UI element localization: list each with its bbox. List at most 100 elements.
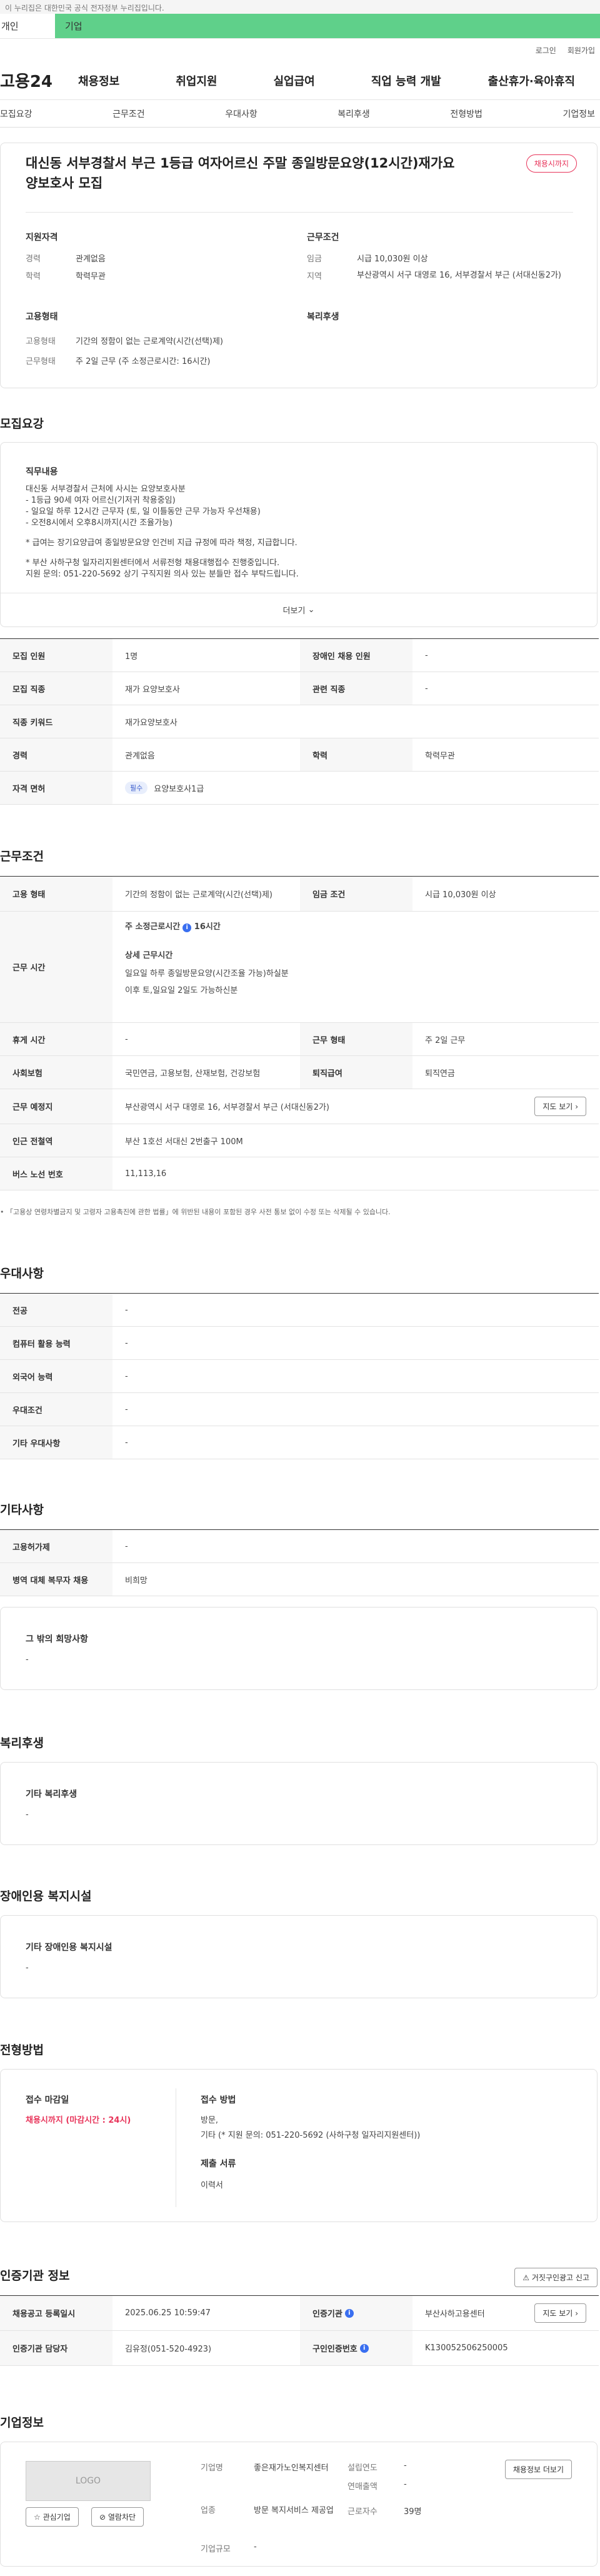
company-name-label: 기업명 (201, 2463, 223, 2473)
edu-label: 학력 (26, 272, 41, 281)
cert-table: 채용공고 등록일시 2025.06.25 10:59:47 인증기관 i 부산사하고용센… (0, 2295, 599, 2366)
nav-employment-support[interactable]: 취업지원 (176, 73, 217, 89)
company-box: LOGO ☆ 관심기업 ⊘ 열람차단 기업명 좋은재가노인복지센터 설립연도 -… (0, 2442, 598, 2567)
table-row: 휴게 시간 - 근무 형태 주 2일 근무 (0, 1023, 599, 1056)
method-value-1: 방문, (201, 2116, 219, 2125)
etc-table: 고용허가제 - 병역 대체 복무자 채용 비희망 (0, 1529, 599, 1596)
legal-note-text: 「고용상 연령차별금지 및 고령자 고용촉진에 관한 법률」에 위반된 내용이 … (6, 1208, 391, 1216)
row-value: - (425, 650, 428, 660)
industry-value: 방문 복지서비스 제공업 (254, 2506, 334, 2515)
table-row: 병역 대체 복무자 채용 비희망 (0, 1563, 599, 1596)
fav-company-button[interactable]: ☆ 관심기업 (26, 2507, 79, 2527)
row-header: 인증기관 i (300, 2296, 412, 2330)
nav-training[interactable]: 직업 능력 개발 (371, 73, 441, 89)
nav-jobs[interactable]: 채용정보 (78, 73, 119, 89)
info-icon[interactable]: i (182, 923, 192, 932)
more-button[interactable]: 더보기 ⌄ (1, 593, 597, 626)
block-company-button[interactable]: ⊘ 열람차단 (91, 2507, 144, 2527)
login-link[interactable]: 로그인 (536, 45, 556, 56)
tab-company[interactable]: 기업정보 (562, 108, 595, 120)
row-value: - (125, 1305, 128, 1315)
method-value-2: 기타 (* 지원 문의: 051-220-5692 (사하구청 일자리지원센터)… (201, 2131, 421, 2140)
job-summary-card: 대신동 서부경찰서 부근 1등급 여자어르신 주말 종일방문요양(12시간)재가… (0, 143, 598, 388)
tab-preferences[interactable]: 우대사항 (225, 108, 258, 120)
table-row: 기타 우대사항 - (0, 1426, 599, 1459)
size-value: - (254, 2542, 257, 2552)
nav-unemployment[interactable]: 실업급여 (274, 73, 315, 89)
company-logo: LOGO (26, 2461, 151, 2501)
sales-label: 연매출액 (348, 2482, 378, 2492)
area-value: 부산광역시 서구 대영로 16, 서부경찰서 부근 (서대신동2가) (357, 271, 562, 280)
row-value: 주 2일 근무 (425, 1035, 466, 1045)
row-header: 자격 면허 (0, 772, 112, 804)
more-jobs-button[interactable]: 채용정보 더보기 (504, 2460, 572, 2479)
info-icon[interactable]: i (359, 2343, 369, 2353)
section-title-work: 근무조건 (0, 850, 44, 863)
tab-welfare[interactable]: 복리후생 (338, 108, 370, 120)
row-header: 채용공고 등록일시 (0, 2296, 112, 2330)
deadline-title: 접수 마감일 (26, 2095, 69, 2105)
welfare-title: 복리후생 (307, 312, 339, 322)
row-value: - (125, 1371, 128, 1381)
row-header: 근무 예정지 (0, 1089, 112, 1124)
duty-line: - 1등급 90세 여자 어르신(기저귀 착용중임) (26, 496, 176, 505)
row-header: 휴게 시간 (0, 1023, 112, 1055)
section-title-disabled: 장애인용 복지시설 (0, 1889, 92, 1903)
detail-line: 일요일 하루 종일방문요양(시간조율 가능)하실분 (125, 969, 289, 979)
etc-wish-value: - (26, 1655, 29, 1664)
work-table: 고용 형태 기간의 정함이 없는 근로계약(시간(선택)제) 임금 조건 시급 10,… (0, 876, 599, 1190)
chevron-down-icon: ⌄ (308, 605, 315, 615)
table-row: 근무 예정지 부산광역시 서구 대영로 16, 서부경찰서 부근 (서대신동2가)… (0, 1089, 599, 1124)
etc-wish-box: 그 밖의 희망사항 - (0, 1607, 598, 1690)
row-value: 시급 10,030원 이상 (425, 890, 496, 900)
nav-parental-leave[interactable]: 출산휴가·육아휴직 (488, 73, 575, 89)
row-header: 우대조건 (0, 1393, 112, 1426)
required-badge: 필수 (125, 782, 148, 794)
table-row: 자격 면허 필수 요양보호사1급 (0, 772, 599, 805)
row-header: 외국어 능력 (0, 1360, 112, 1392)
star-icon: ☆ (34, 2513, 41, 2522)
tab-company[interactable]: 기업 (55, 14, 600, 38)
row-header: 인근 전철역 (0, 1124, 112, 1157)
section-title-recruit: 모집요강 (0, 417, 44, 431)
tab-recruit[interactable]: 모집요강 (0, 108, 32, 120)
duty-line (26, 549, 299, 558)
weekly-hours: 주 소정근로시간 i 16시간 (125, 920, 289, 932)
gov-banner: 이 누리집은 대한민국 공식 전자정부 누리집입니다. (0, 0, 600, 14)
block-label: 열람차단 (108, 2513, 136, 2522)
method-title: 접수 방법 (201, 2095, 236, 2105)
map-button[interactable]: 지도 보기 › (534, 1097, 586, 1116)
duty-line: * 부산 사하구청 일자리지원센터에서 서류전형 채용대행접수 진행중입니다. (26, 558, 280, 568)
info-icon[interactable]: i (344, 2308, 354, 2318)
duty-line: - 일요일 하루 12시간 근무자 (토, 일 이틀동안 근무 가능자 우선채용… (26, 507, 261, 516)
duty-line: * 급여는 장기요양급여 종일방문요양 인건비 지급 규정에 따라 책정, 지급… (26, 538, 298, 548)
site-logo[interactable]: 고용24 (0, 69, 78, 92)
welfare-box-title: 기타 복리후생 (26, 1789, 78, 1799)
row-header: 고용 형태 (0, 877, 112, 911)
signup-link[interactable]: 회원가입 (568, 45, 595, 56)
map-button-label: 지도 보기 (542, 1102, 573, 1111)
row-header: 컴퓨터 활용 능력 (0, 1327, 112, 1359)
row-header: 병역 대체 복무자 채용 (0, 1563, 112, 1596)
row-value: - (425, 683, 428, 693)
section-title-selection: 전형방법 (0, 2043, 44, 2057)
status-badge: 채용시까지 (526, 154, 577, 173)
weekly-hours-value: 16시간 (194, 922, 221, 932)
duty-content: 대신동 서부경찰서 근처에 사시는 요양보호사분 - 1등급 90세 여자 어르… (26, 484, 299, 580)
org-map-button[interactable]: 지도 보기 › (534, 2303, 586, 2323)
table-row: 사회보험 국민연금, 고용보험, 산재보험, 건강보험 퇴직급여 퇴직연금 (0, 1056, 599, 1089)
duty-title: 직무내용 (26, 467, 58, 477)
tab-selection[interactable]: 전형방법 (450, 108, 482, 120)
report-fake-ad-button[interactable]: ⚠ 거짓구인광고 신고 (514, 2268, 598, 2287)
table-row: 경력 관계없음 학력 학력무관 (0, 738, 599, 772)
tab-conditions[interactable]: 근무조건 (112, 108, 145, 120)
duty-line (26, 529, 299, 538)
disabled-box: 기타 장애인용 복지시설 - (0, 1915, 598, 1998)
cond-title: 근무조건 (307, 233, 339, 243)
row-value: - (125, 1034, 128, 1044)
section-title-etc: 기타사항 (0, 1503, 44, 1517)
tab-personal[interactable]: 개인 (0, 14, 55, 38)
disabled-box-title: 기타 장애인용 복지시설 (26, 1943, 112, 1953)
row-header: 고용허가제 (0, 1530, 112, 1562)
duty-card: 직무내용 대신동 서부경찰서 근처에 사시는 요양보호사분 - 1등급 90세 … (0, 442, 598, 627)
